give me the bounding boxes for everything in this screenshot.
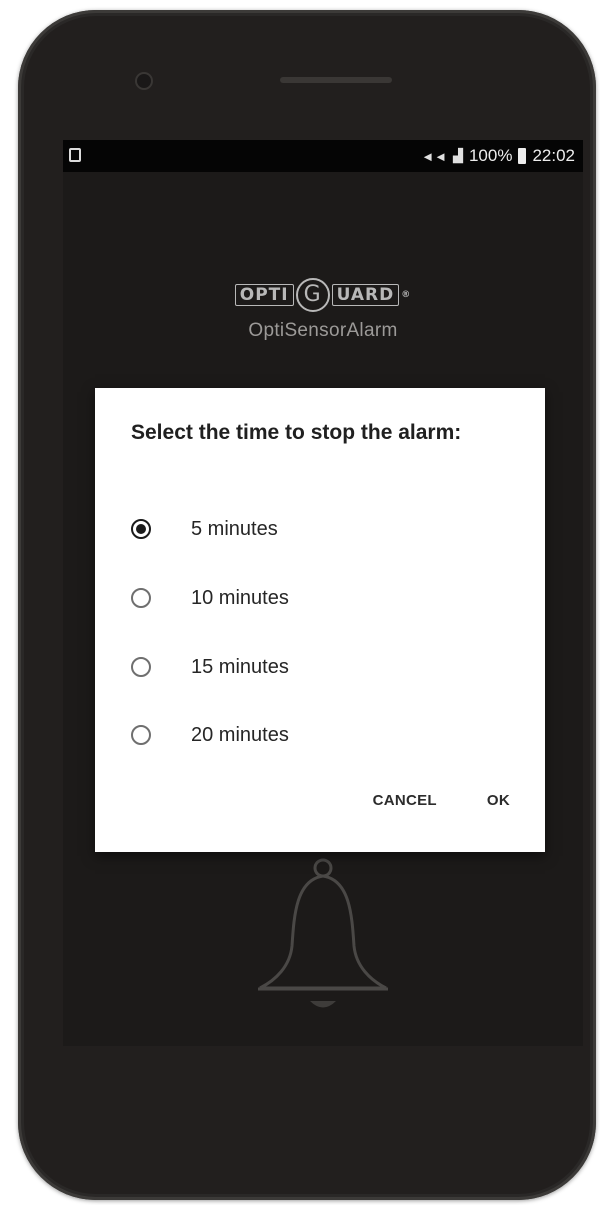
app-screen: ◄◄ ▟ 100% 22:02 OPTI G UARD ® OptiSensor… — [63, 140, 583, 1046]
status-bar: ◄◄ ▟ 100% 22:02 — [63, 140, 583, 172]
radio-unselected-icon[interactable] — [131, 725, 151, 745]
logo-part-opti: OPTI — [234, 284, 294, 306]
front-camera — [137, 74, 151, 88]
option-label: 15 minutes — [191, 655, 289, 678]
option-label: 5 minutes — [191, 517, 278, 540]
radio-selected-icon[interactable] — [131, 519, 151, 539]
radio-unselected-icon[interactable] — [131, 588, 151, 608]
option-20-minutes[interactable]: 20 minutes — [131, 715, 511, 755]
bell-icon — [258, 858, 388, 1008]
brand-header: OPTI G UARD ® OptiSensorAlarm — [63, 278, 583, 342]
dialog-actions: CANCEL OK — [373, 792, 510, 809]
clock: 22:02 — [532, 146, 575, 165]
option-5-minutes[interactable]: 5 minutes — [131, 509, 511, 549]
option-label: 20 minutes — [191, 723, 289, 746]
battery-percent: 100% — [468, 146, 513, 165]
signal-icon: ▟ — [452, 148, 463, 163]
app-name: OptiSensorAlarm — [248, 320, 398, 341]
registered-mark: ® — [401, 290, 412, 300]
optiguard-logo: OPTI G UARD ® — [234, 278, 412, 312]
option-10-minutes[interactable]: 10 minutes — [131, 578, 511, 618]
dialog-title: Select the time to stop the alarm: — [131, 421, 462, 444]
ok-button[interactable]: OK — [487, 792, 510, 809]
mute-icon: ◄◄ — [421, 148, 447, 164]
logo-part-g: G — [295, 278, 330, 312]
option-label: 10 minutes — [191, 586, 289, 609]
screenshot-icon — [69, 148, 81, 162]
status-right-group: ◄◄ ▟ 100% 22:02 — [421, 146, 575, 166]
logo-part-uard: UARD — [331, 284, 400, 306]
battery-icon — [518, 148, 527, 164]
radio-unselected-icon[interactable] — [131, 657, 151, 677]
stop-alarm-dialog: Select the time to stop the alarm: 5 min… — [95, 388, 545, 852]
option-15-minutes[interactable]: 15 minutes — [131, 647, 511, 687]
earpiece-speaker — [280, 77, 392, 83]
cancel-button[interactable]: CANCEL — [373, 792, 437, 809]
